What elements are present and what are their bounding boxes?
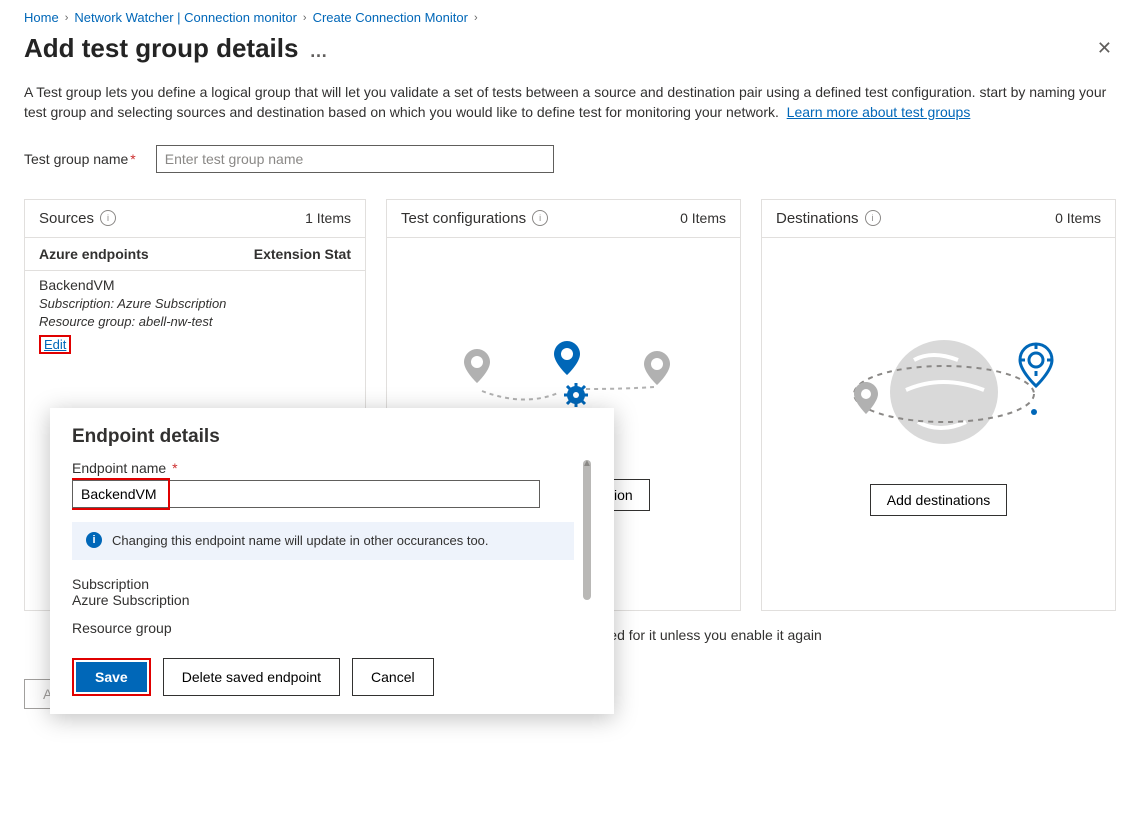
source-resource-group: Resource group: abell-nw-test [39,313,351,331]
info-icon[interactable]: i [865,210,881,226]
resource-group-label: Resource group [72,620,574,636]
scrollbar-thumb[interactable] [583,460,591,600]
more-icon[interactable]: … [304,41,327,61]
endpoint-details-popup: Endpoint details Endpoint name * i Chang… [50,408,614,714]
save-button[interactable]: Save [76,662,147,692]
chevron-right-icon: › [303,12,307,24]
breadcrumb-create-monitor[interactable]: Create Connection Monitor [313,10,468,25]
highlight-box: Save [72,658,151,696]
info-text: Changing this endpoint name will update … [112,532,489,550]
intro-text: A Test group lets you define a logical g… [24,82,1116,123]
popup-cancel-button[interactable]: Cancel [352,658,434,696]
scrollbar[interactable]: ▲ ▼ [582,460,592,636]
subscription-value: Azure Subscription [72,592,574,608]
edit-endpoint-link[interactable]: Edit [39,335,71,354]
col-azure-endpoints: Azure endpoints [39,246,149,262]
breadcrumb-home[interactable]: Home [24,10,59,25]
info-icon: i [86,532,102,548]
popup-title: Endpoint details [72,426,592,448]
breadcrumb-network-watcher[interactable]: Network Watcher | Connection monitor [74,10,297,25]
source-row-backendvm[interactable]: BackendVM Subscription: Azure Subscripti… [25,270,365,364]
test-config-title: Test configurations [401,210,526,227]
breadcrumb: Home › Network Watcher | Connection moni… [24,10,1116,25]
source-subscription: Subscription: Azure Subscription [39,295,351,313]
test-group-name-label: Test group name* [24,151,136,167]
col-extension-status: Extension Stat [254,246,351,262]
test-group-name-input[interactable] [156,145,554,173]
info-icon[interactable]: i [100,210,116,226]
close-icon[interactable]: ✕ [1093,34,1116,63]
endpoint-name-input[interactable] [72,480,540,508]
delete-endpoint-button[interactable]: Delete saved endpoint [163,658,340,696]
info-banner: i Changing this endpoint name will updat… [72,522,574,560]
source-name: BackendVM [39,277,351,293]
chevron-right-icon: › [474,12,478,24]
sources-title: Sources [39,210,94,227]
add-destinations-button[interactable]: Add destinations [870,484,1008,516]
endpoint-name-label: Endpoint name * [72,460,574,476]
chevron-right-icon: › [65,12,69,24]
destinations-title: Destinations [776,210,859,227]
test-config-count: 0 Items [680,210,726,226]
learn-more-link[interactable]: Learn more about test groups [787,104,971,120]
info-icon[interactable]: i [532,210,548,226]
destinations-panel: Destinations i 0 Items [761,199,1116,611]
destinations-count: 0 Items [1055,210,1101,226]
subscription-label: Subscription [72,576,574,592]
page-title: Add test group details … [24,33,327,64]
sources-count: 1 Items [305,210,351,226]
destinations-illustration [814,332,1064,462]
